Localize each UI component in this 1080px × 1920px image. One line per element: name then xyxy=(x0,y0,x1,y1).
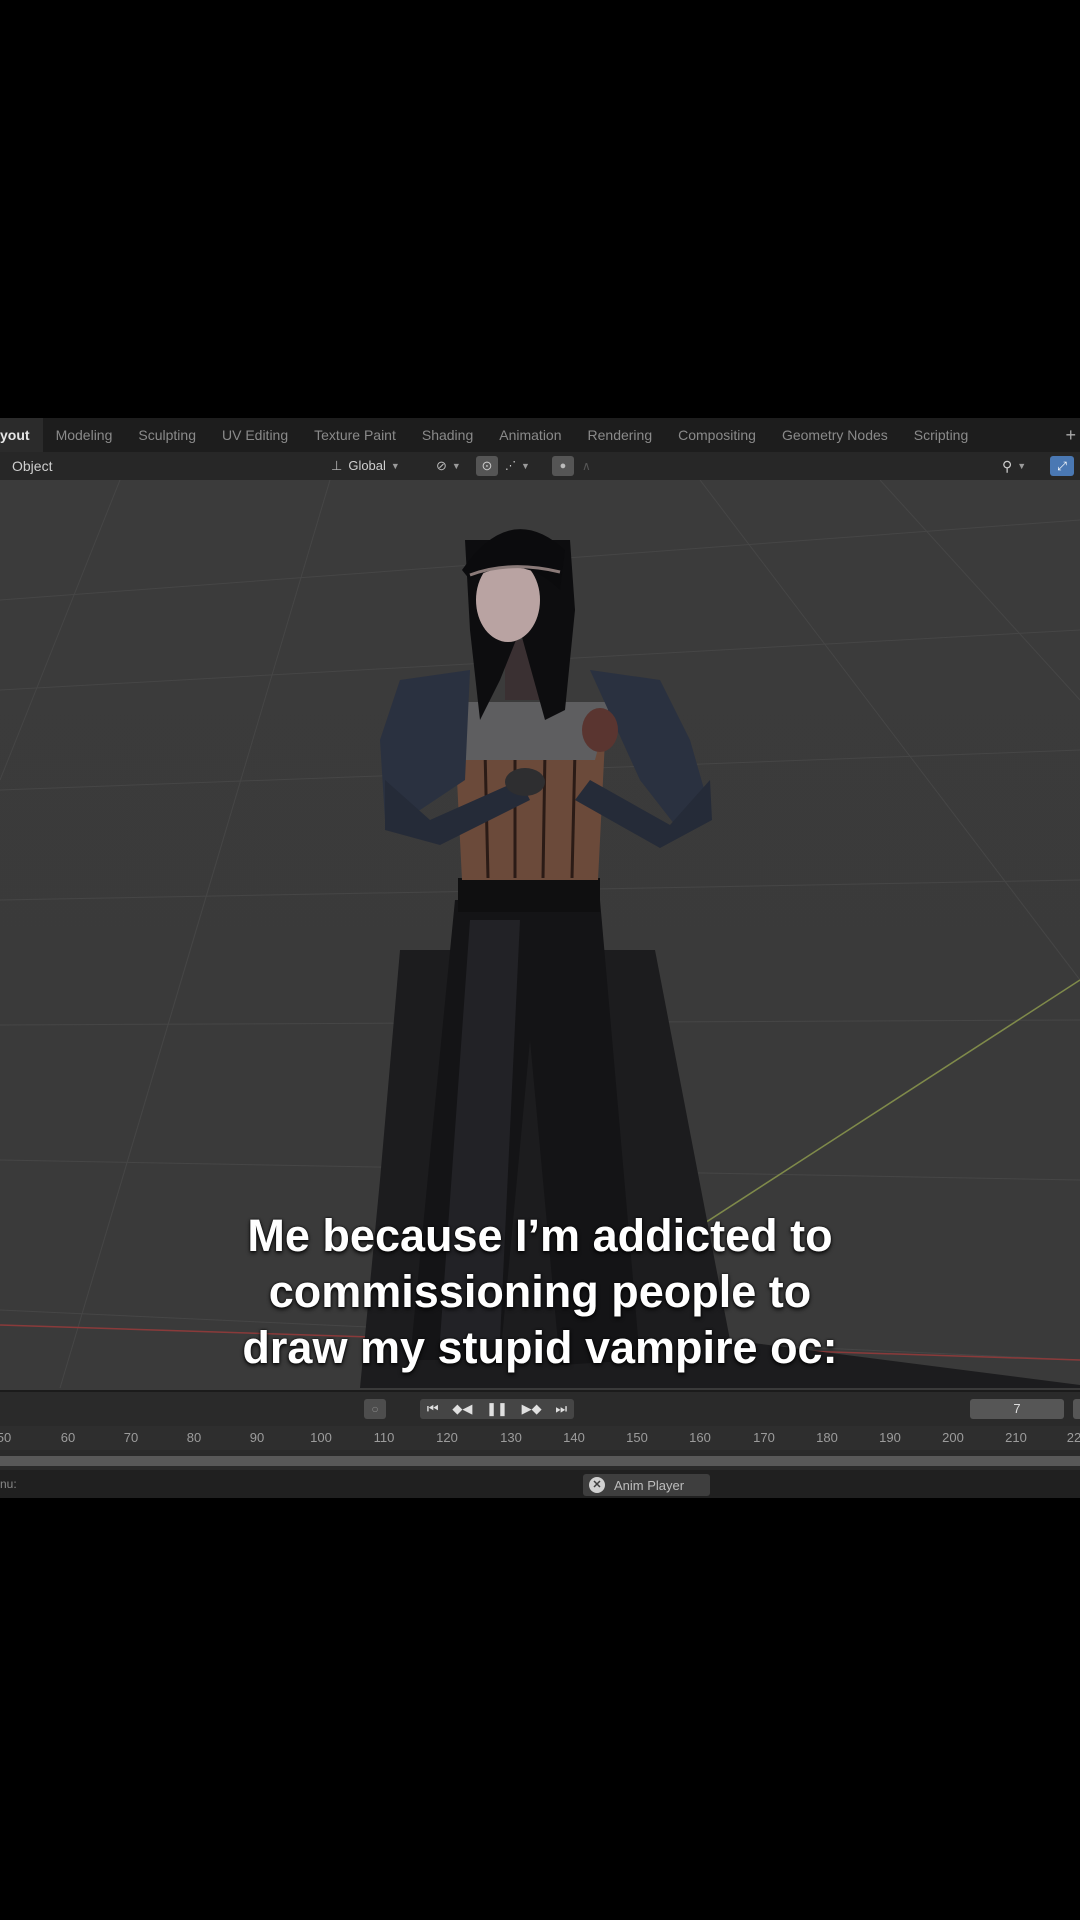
tab-rendering[interactable]: Rendering xyxy=(575,418,666,452)
start-frame-field[interactable] xyxy=(1073,1399,1080,1419)
frame-tick: 160 xyxy=(689,1430,711,1445)
tab-sculpting[interactable]: Sculpting xyxy=(125,418,209,452)
view-icon[interactable]: ⤢ xyxy=(1050,456,1074,476)
caption-line-2: commissioning people to xyxy=(268,1266,812,1317)
object-mode-menu[interactable]: Object xyxy=(12,452,52,480)
orientation-icon: ⊥ xyxy=(331,458,343,473)
keyframe-next-icon[interactable]: ▶◆ xyxy=(522,1399,542,1419)
timeline-editor: ○ ⏮ ◆◀ ❚❚ ▶◆ ⏭ 7 50 60 70 80 90 100 110 … xyxy=(0,1390,1080,1472)
frame-tick: 100 xyxy=(310,1430,332,1445)
proportional-icon[interactable]: ● xyxy=(552,456,574,476)
frame-tick: 70 xyxy=(123,1430,139,1445)
playback-controls: ○ ⏮ ◆◀ ❚❚ ▶◆ ⏭ 7 xyxy=(0,1396,1080,1422)
frame-tick: 110 xyxy=(373,1430,395,1445)
frame-ruler[interactable]: 50 60 70 80 90 100 110 120 130 140 150 1… xyxy=(0,1426,1080,1450)
frame-tick: 170 xyxy=(753,1430,775,1445)
caption-line-3: draw my stupid vampire oc: xyxy=(242,1322,838,1373)
timeline-scrollbar[interactable] xyxy=(0,1456,1080,1466)
status-bar: nu: ✕ Anim Player xyxy=(0,1470,1080,1498)
frame-tick: 180 xyxy=(816,1430,838,1445)
viewport-header: Object ⊥ Global ▼ ⊘ ▼ ⊙ ⋰ ▼ ● ∧ ⚲ ▼ ⤢ xyxy=(0,452,1080,481)
frame-tick: 140 xyxy=(563,1430,585,1445)
plus-icon[interactable]: + xyxy=(1065,418,1076,452)
caption-line-1: Me because I’m addicted to xyxy=(247,1210,833,1261)
current-frame-field[interactable]: 7 xyxy=(970,1399,1064,1419)
orientation-dropdown[interactable]: ⊥ Global ▼ xyxy=(325,456,406,476)
chevron-down-icon: ▼ xyxy=(390,461,400,471)
jump-start-icon[interactable]: ⏮ xyxy=(427,1399,439,1419)
tab-layout[interactable]: yout xyxy=(0,418,43,452)
pause-icon[interactable]: ❚❚ xyxy=(486,1399,508,1419)
close-icon[interactable]: ✕ xyxy=(589,1477,605,1493)
gizmo-icon[interactable]: ⚲ ▼ xyxy=(1002,456,1026,476)
jump-end-icon[interactable]: ⏭ xyxy=(555,1399,567,1419)
video-caption: Me because I’m addicted to commissioning… xyxy=(0,1208,1080,1376)
tab-scripting[interactable]: Scripting xyxy=(901,418,981,452)
status-hint: nu: xyxy=(0,1477,17,1491)
tab-geometry-nodes[interactable]: Geometry Nodes xyxy=(769,418,901,452)
frame-tick: 190 xyxy=(879,1430,901,1445)
proportional-falloff-icon[interactable]: ∧ xyxy=(582,456,591,476)
frame-tick: 80 xyxy=(186,1430,202,1445)
frame-tick: 22 xyxy=(1066,1430,1080,1445)
anim-player-label: Anim Player xyxy=(614,1477,685,1493)
tab-shading[interactable]: Shading xyxy=(409,418,486,452)
snap-icon[interactable]: ⊙ xyxy=(476,456,498,476)
keyframe-prev-icon[interactable]: ◆◀ xyxy=(452,1399,472,1419)
tab-modeling[interactable]: Modeling xyxy=(43,418,126,452)
workspace-tabs: yout Modeling Sculpting UV Editing Textu… xyxy=(0,418,1080,452)
frame-tick: 120 xyxy=(436,1430,458,1445)
anim-player-chip[interactable]: ✕ Anim Player xyxy=(583,1474,710,1496)
frame-tick: 60 xyxy=(60,1430,76,1445)
tab-uv-editing[interactable]: UV Editing xyxy=(209,418,301,452)
frame-tick: 150 xyxy=(626,1430,648,1445)
record-icon[interactable]: ○ xyxy=(364,1399,386,1419)
orientation-label: Global xyxy=(348,458,386,473)
playback-button-group: ⏮ ◆◀ ❚❚ ▶◆ ⏭ xyxy=(420,1399,574,1419)
tab-compositing[interactable]: Compositing xyxy=(665,418,769,452)
frame-tick: 130 xyxy=(500,1430,522,1445)
frame-tick: 90 xyxy=(249,1430,265,1445)
tab-animation[interactable]: Animation xyxy=(486,418,574,452)
tab-texture-paint[interactable]: Texture Paint xyxy=(301,418,409,452)
frame-tick: 50 xyxy=(0,1430,12,1445)
frame-tick: 210 xyxy=(1005,1430,1027,1445)
frame-tick: 200 xyxy=(942,1430,964,1445)
snap-options-icon[interactable]: ⋰ ▼ xyxy=(502,456,533,476)
pivot-icon[interactable]: ⊘ ▼ xyxy=(432,456,465,476)
blender-video-frame: yout Modeling Sculpting UV Editing Textu… xyxy=(0,418,1080,1498)
